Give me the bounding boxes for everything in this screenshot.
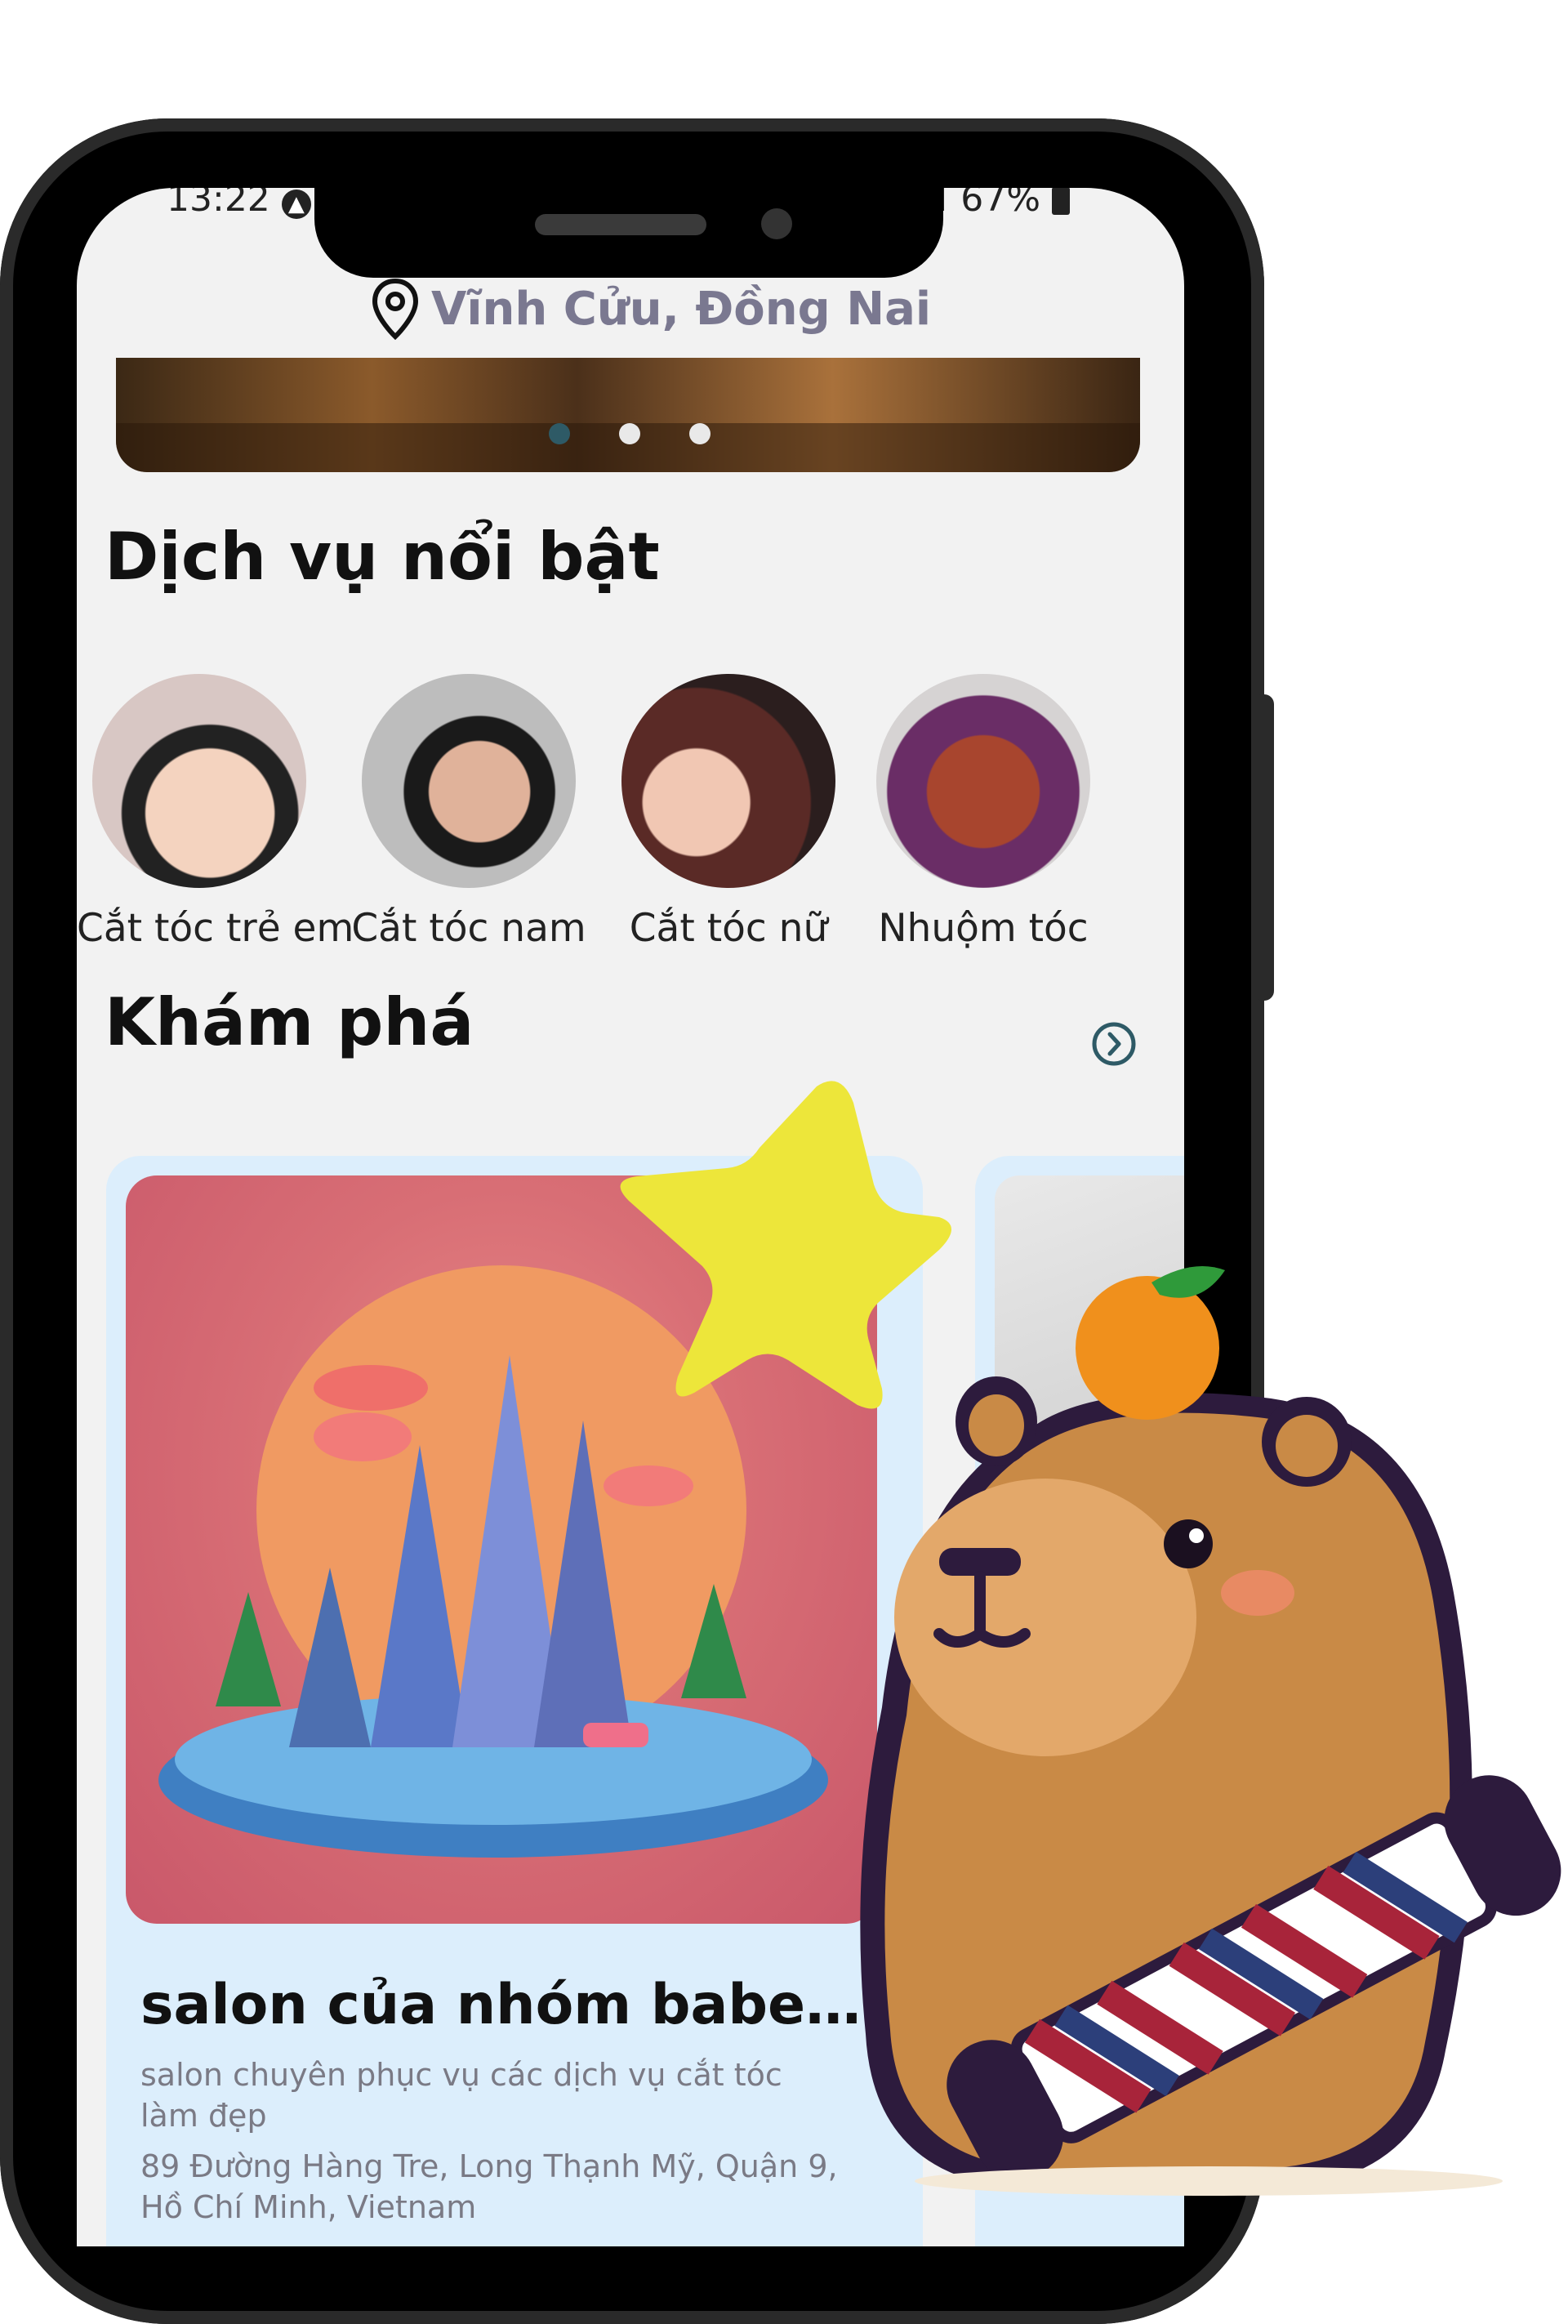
service-label: Nhuộm tóc — [878, 906, 1089, 951]
carousel-dot[interactable] — [619, 423, 640, 444]
front-camera — [761, 208, 792, 239]
service-image-mens — [362, 674, 576, 888]
carousel-dots — [549, 423, 710, 444]
featured-services: Cắt tóc trẻ em Cắt tóc nam Cắt tóc nữ Nh… — [77, 674, 1184, 951]
service-item-hair-dye[interactable]: Nhuộm tóc — [861, 674, 1106, 951]
speaker-grille — [535, 214, 706, 235]
service-image-dye — [876, 674, 1090, 888]
service-item-mens-cut[interactable]: Cắt tóc nam — [346, 674, 591, 951]
featured-title: Dịch vụ nổi bật — [105, 519, 660, 595]
card-address: 89 Đường Hàng Tre, Long Thạnh Mỹ, Quận 9… — [140, 2148, 838, 2225]
carousel-dot[interactable] — [689, 423, 710, 444]
promo-banner[interactable] — [116, 358, 1140, 472]
status-time: 13:22 ▲ — [167, 188, 311, 220]
service-item-kids-cut[interactable]: Cắt tóc trẻ em — [77, 674, 354, 951]
card-title: salon của nhóm baber ... — [140, 1973, 875, 2037]
location-pin-icon — [372, 278, 419, 340]
explore-title: Khám phá — [105, 984, 474, 1060]
alert-icon: ▲ — [281, 190, 311, 219]
service-image-womens — [621, 674, 835, 888]
location-selector[interactable]: Vĩnh Cửu, Đồng Nai — [371, 278, 931, 340]
battery-icon — [1052, 188, 1070, 215]
phone-side-button — [1253, 694, 1274, 1001]
service-label: Cắt tóc nam — [351, 906, 586, 951]
carousel-dot[interactable] — [549, 423, 570, 444]
card-description: salon chuyên phục vụ các dịch vụ cắt tóc… — [140, 2057, 782, 2134]
service-label: Cắt tóc nữ — [629, 906, 828, 951]
phone-notch — [314, 184, 943, 278]
service-image-kids — [92, 674, 306, 888]
service-label: Cắt tóc trẻ em — [77, 906, 354, 951]
location-text: Vĩnh Cửu, Đồng Nai — [431, 282, 932, 336]
chevron-right-circle-icon[interactable] — [1091, 1021, 1137, 1067]
service-item-womens-cut[interactable]: Cắt tóc nữ — [606, 674, 851, 951]
capybara-mascot-illustration — [860, 1266, 1561, 2196]
